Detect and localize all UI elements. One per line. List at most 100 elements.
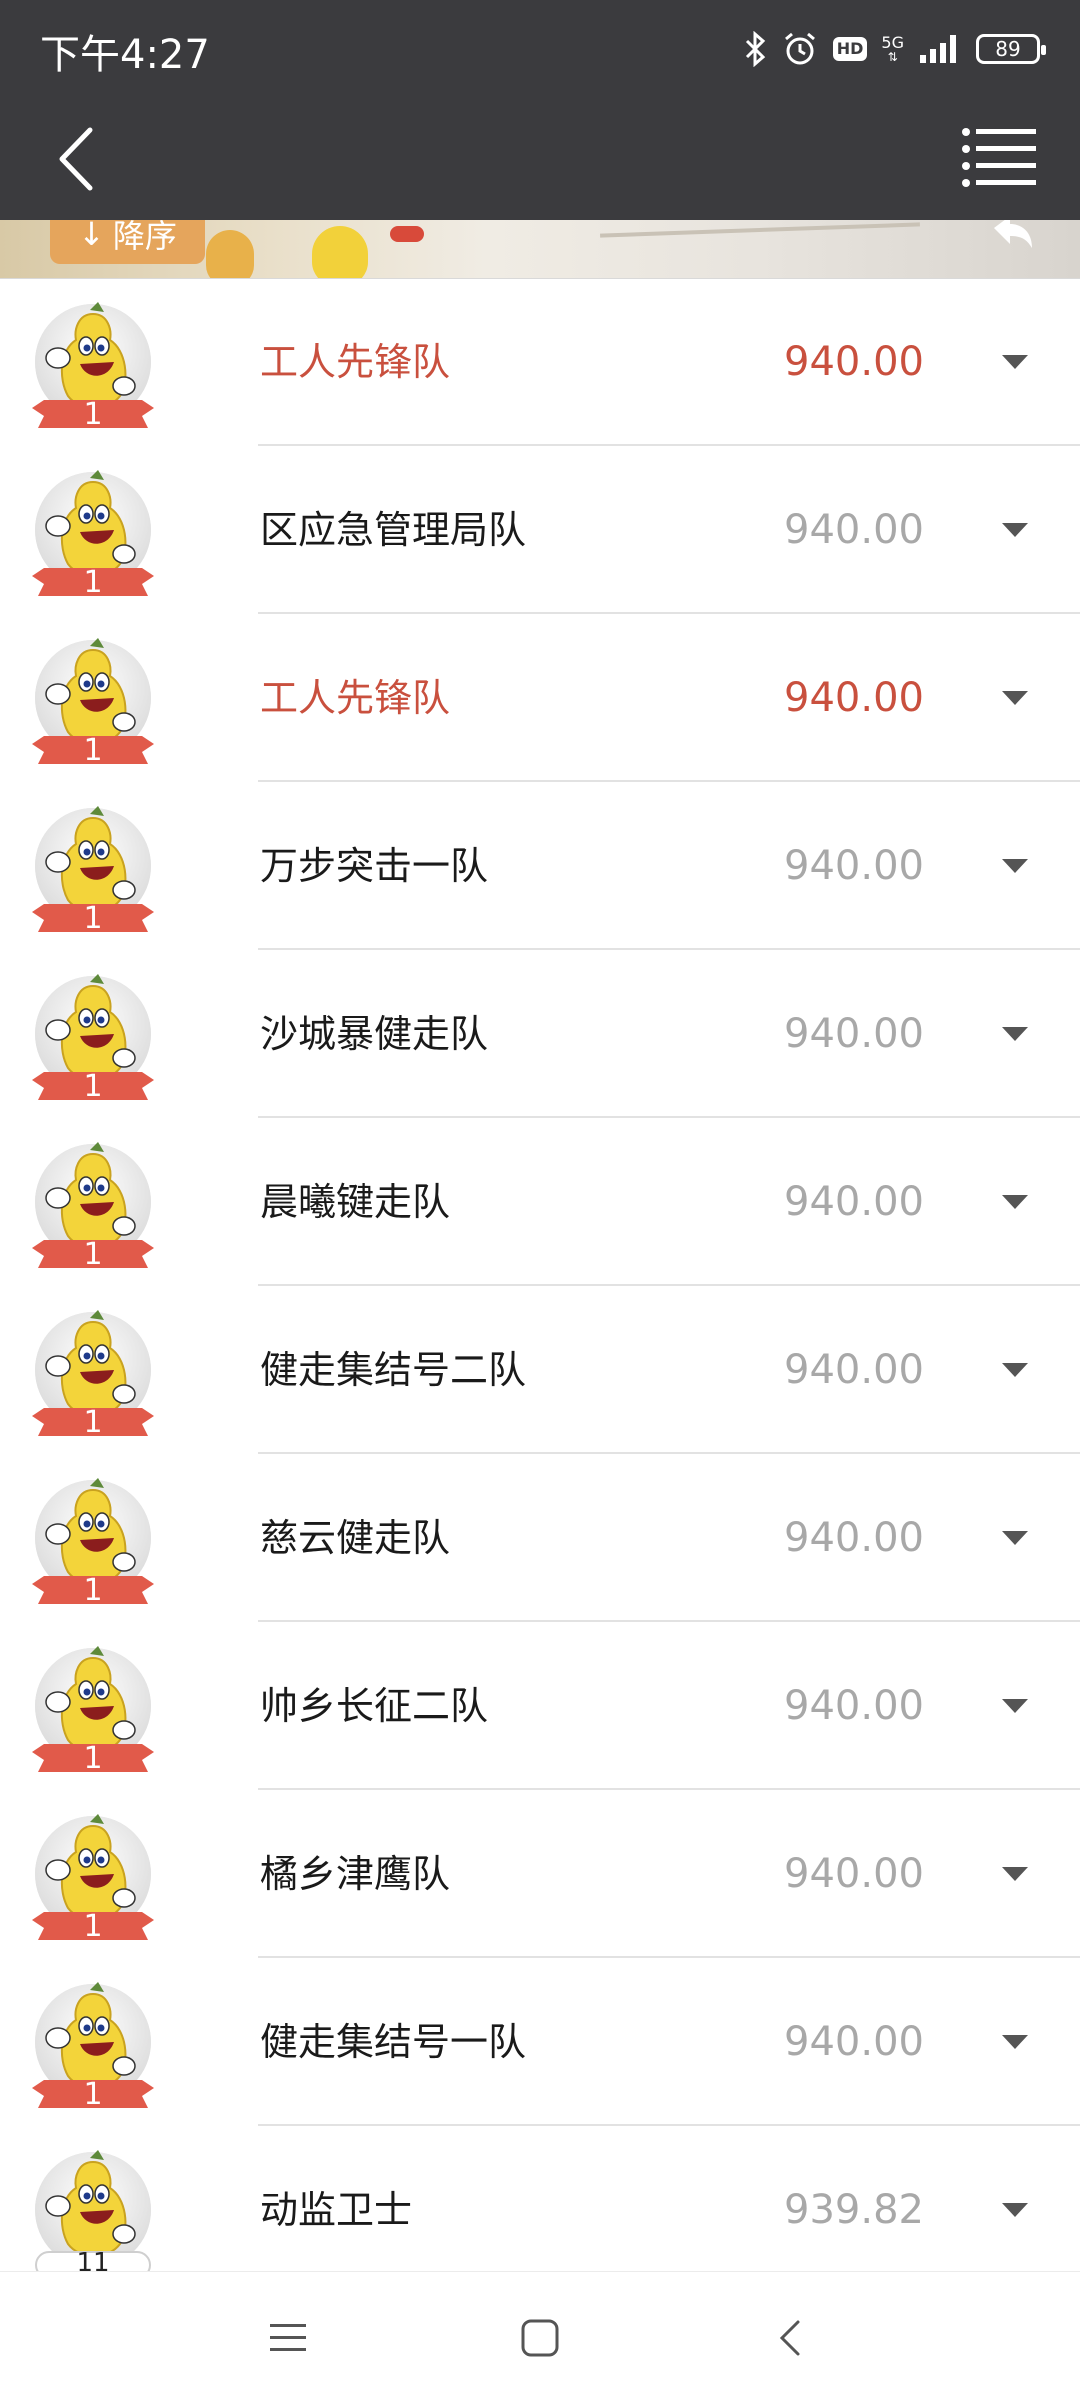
team-score: 940.00	[784, 1179, 924, 1225]
team-score: 940.00	[784, 339, 924, 385]
team-score: 939.82	[784, 2187, 924, 2233]
network-type-label: 5G	[881, 33, 904, 52]
team-avatar: 1	[28, 1980, 158, 2110]
status-bar: 下午4:27 HD 5G ⇅ 89	[0, 0, 1080, 96]
team-name: 沙城暴健走队	[260, 1012, 489, 1056]
team-avatar: 11	[28, 2148, 158, 2279]
team-name: 慈云健走队	[260, 1516, 451, 1560]
team-row[interactable]: 1 健走集结号二队 940.00	[0, 1286, 1080, 1454]
team-row[interactable]: 1 区应急管理局队 940.00	[0, 446, 1080, 614]
expand-chevron-icon[interactable]	[1000, 1024, 1030, 1044]
team-score: 940.00	[784, 1851, 924, 1897]
data-arrows-icon: ⇅	[887, 50, 898, 64]
team-score: 940.00	[784, 2019, 924, 2065]
team-row[interactable]: 1 帅乡长征二队 940.00	[0, 1622, 1080, 1790]
team-row[interactable]: 1 晨曦键走队 940.00	[0, 1118, 1080, 1286]
team-avatar: 1	[28, 972, 158, 1102]
expand-chevron-icon[interactable]	[1000, 1360, 1030, 1380]
expand-chevron-icon[interactable]	[1000, 352, 1030, 372]
system-back-button[interactable]	[770, 2316, 814, 2360]
team-avatar: 1	[28, 1140, 158, 1270]
battery-level: 89	[995, 37, 1021, 61]
alarm-icon	[781, 30, 819, 68]
rank-badge-number: 1	[83, 397, 103, 432]
ranking-list: 1 工人先锋队 940.00 1 区应急管理局队 940.00 1 工人先锋队 940.00 1 万…	[0, 278, 1080, 2294]
hd-icon: HD	[832, 37, 868, 61]
team-row[interactable]: 1 工人先锋队 940.00	[0, 278, 1080, 446]
recent-apps-button[interactable]	[266, 2316, 310, 2360]
undo-icon[interactable]	[988, 220, 1038, 258]
team-avatar: 1	[28, 300, 158, 430]
expand-chevron-icon[interactable]	[1000, 1192, 1030, 1212]
rank-badge-number: 1	[83, 1405, 103, 1440]
team-row[interactable]: 1 工人先锋队 940.00	[0, 614, 1080, 782]
list-menu-icon	[962, 128, 1036, 187]
team-avatar: 1	[28, 1476, 158, 1606]
team-avatar: 1	[28, 1644, 158, 1774]
team-score: 940.00	[784, 1515, 924, 1561]
banner-mascot	[206, 230, 254, 278]
banner-map-marker	[390, 226, 424, 242]
team-row[interactable]: 1 万步突击一队 940.00	[0, 782, 1080, 950]
back-button[interactable]	[50, 124, 110, 194]
team-name: 万步突击一队	[260, 844, 489, 888]
hamburger-icon	[270, 2324, 306, 2351]
expand-chevron-icon[interactable]	[1000, 1864, 1030, 1884]
team-name: 帅乡长征二队	[260, 1684, 489, 1728]
team-avatar: 1	[28, 1812, 158, 1942]
team-score: 940.00	[784, 507, 924, 553]
team-avatar: 1	[28, 804, 158, 934]
team-row[interactable]: 11 动监卫士 939.82	[0, 2126, 1080, 2294]
team-score: 940.00	[784, 1347, 924, 1393]
expand-chevron-icon[interactable]	[1000, 1696, 1030, 1716]
rank-badge-number: 1	[83, 565, 103, 600]
bluetooth-icon	[745, 31, 767, 67]
sort-arrow-icon: ↓	[78, 220, 105, 253]
rank-badge-number: 1	[83, 1237, 103, 1272]
banner-mascot	[312, 226, 368, 278]
team-name: 健走集结号二队	[260, 1348, 527, 1392]
team-avatar: 1	[28, 1308, 158, 1438]
expand-chevron-icon[interactable]	[1000, 2200, 1030, 2220]
status-time: 下午4:27	[40, 32, 210, 78]
team-score: 940.00	[784, 1011, 924, 1057]
nav-bar	[0, 96, 1080, 220]
network-type-icon: 5G ⇅	[881, 33, 904, 64]
team-name: 动监卫士	[260, 2188, 413, 2232]
team-name: 区应急管理局队	[260, 508, 527, 552]
banner-map-road	[600, 222, 920, 238]
rank-badge-number: 1	[83, 733, 103, 768]
team-row[interactable]: 1 健走集结号一队 940.00	[0, 1958, 1080, 2126]
sort-descending-button[interactable]: ↓ 降序	[50, 220, 205, 264]
status-icons: HD 5G ⇅ 89	[745, 24, 1046, 74]
expand-chevron-icon[interactable]	[1000, 688, 1030, 708]
rank-badge-number: 1	[83, 1909, 103, 1944]
battery-icon: 89	[976, 34, 1046, 64]
signal-icon	[918, 33, 962, 65]
team-row[interactable]: 1 橘乡津鹰队 940.00	[0, 1790, 1080, 1958]
expand-chevron-icon[interactable]	[1000, 856, 1030, 876]
team-avatar: 1	[28, 468, 158, 598]
expand-chevron-icon[interactable]	[1000, 2032, 1030, 2052]
rank-badge-number: 1	[83, 1573, 103, 1608]
square-icon	[521, 2319, 559, 2357]
team-name: 晨曦键走队	[260, 1180, 451, 1224]
team-score: 940.00	[784, 843, 924, 889]
team-name: 橘乡津鹰队	[260, 1852, 451, 1896]
team-name: 工人先锋队	[260, 340, 451, 384]
system-nav-bar	[0, 2271, 1080, 2400]
team-row[interactable]: 1 慈云健走队 940.00	[0, 1454, 1080, 1622]
expand-chevron-icon[interactable]	[1000, 520, 1030, 540]
team-score: 940.00	[784, 675, 924, 721]
back-arrow-icon	[779, 2320, 800, 2356]
rank-badge-number: 1	[83, 2077, 103, 2112]
home-button[interactable]	[518, 2316, 562, 2360]
banner-image: ↓ 降序	[0, 220, 1080, 279]
expand-chevron-icon[interactable]	[1000, 1528, 1030, 1548]
sort-label: 降序	[112, 220, 177, 255]
rank-badge-number: 1	[83, 901, 103, 936]
menu-button[interactable]	[960, 122, 1040, 192]
team-row[interactable]: 1 沙城暴健走队 940.00	[0, 950, 1080, 1118]
team-score: 940.00	[784, 1683, 924, 1729]
rank-badge-number: 1	[83, 1069, 103, 1104]
